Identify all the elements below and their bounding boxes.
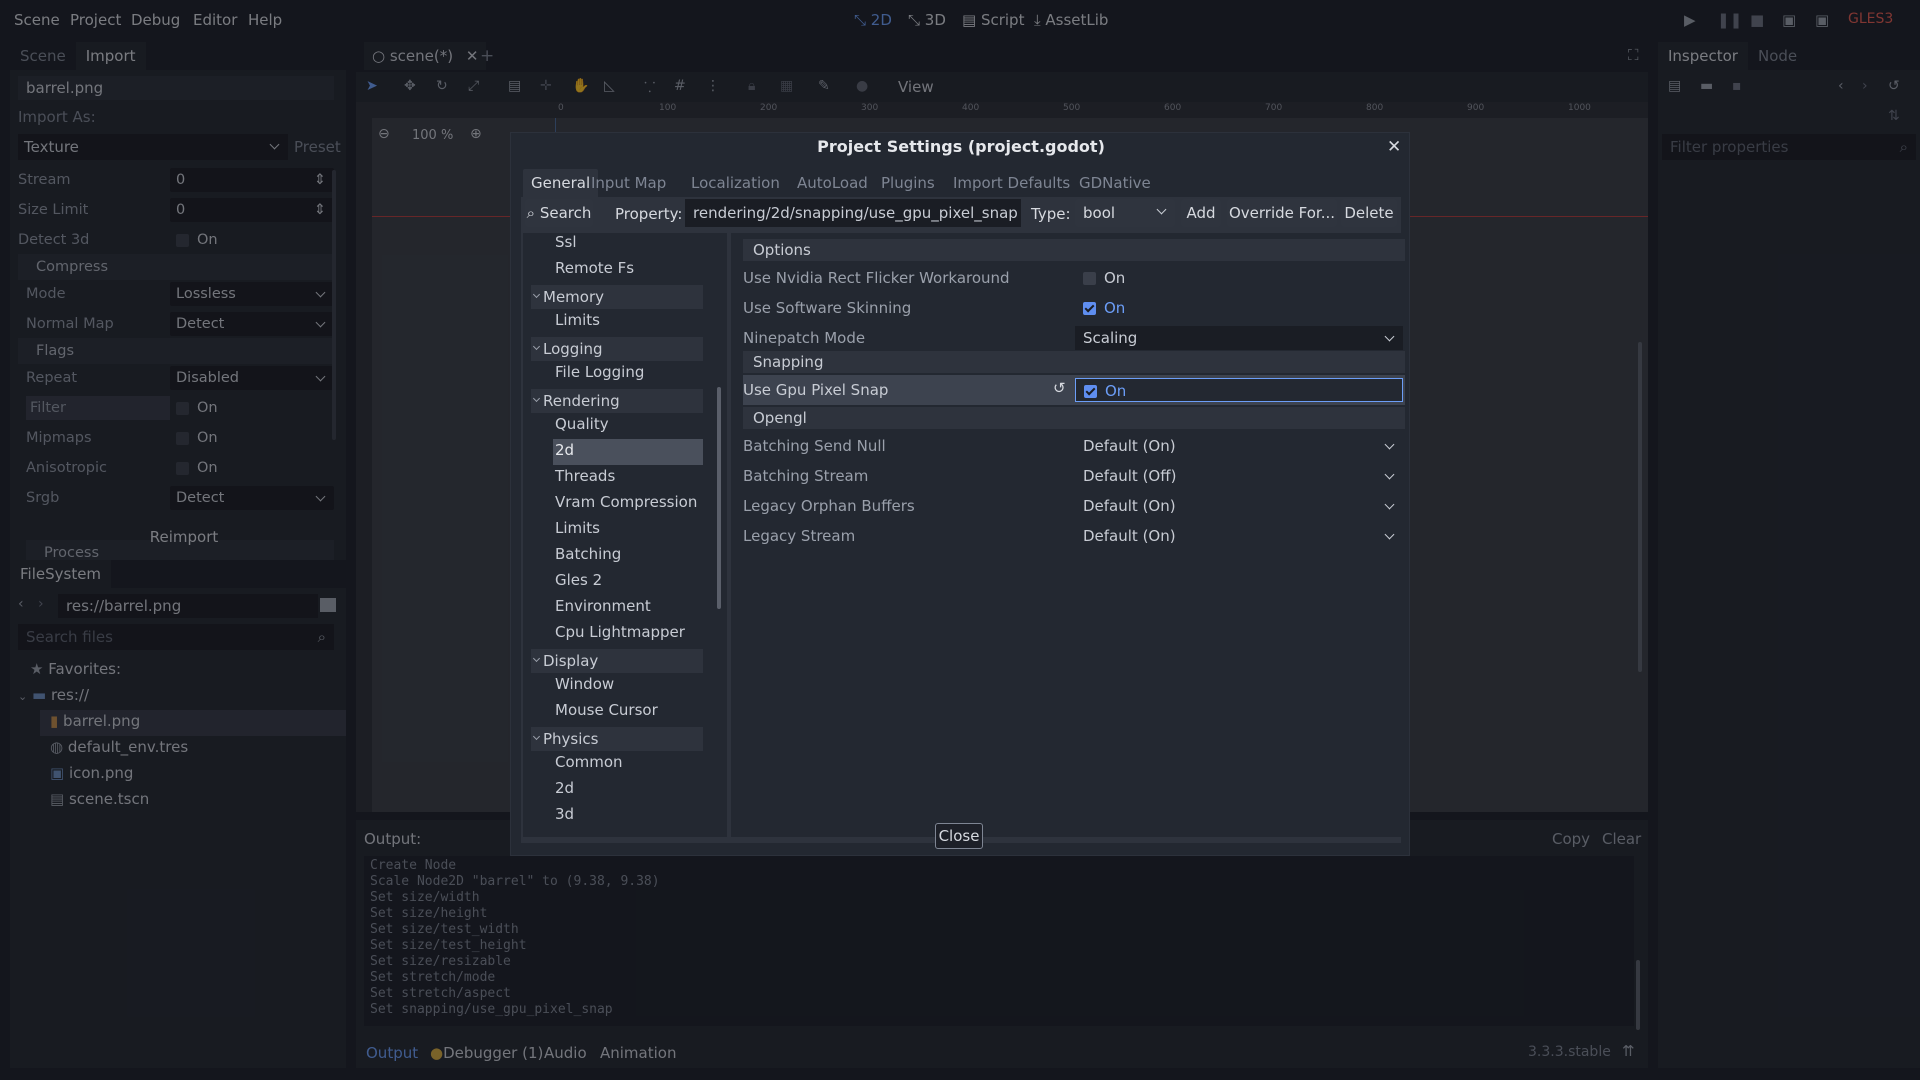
opengl-section[interactable]: Opengl — [743, 407, 1405, 429]
override-for-button[interactable]: Override For... — [1227, 199, 1337, 227]
tab-input-map[interactable]: Input Map — [583, 169, 674, 197]
tree-section-display[interactable]: Display — [531, 649, 703, 673]
setting-legacy-stream: Legacy Stream Default (On) — [743, 521, 1405, 551]
setting-batching-stream: Batching Stream Default (Off) — [743, 461, 1405, 491]
search-button[interactable]: ⌕ Search — [525, 199, 593, 227]
revert-icon[interactable]: ↺ — [1053, 379, 1066, 397]
dialog-close-icon[interactable]: ✕ — [1387, 137, 1401, 157]
batching-send-null-select[interactable]: Default (On) — [1075, 434, 1403, 458]
setting-nvidia-flicker: Use Nvidia Rect Flicker Workaround On — [743, 263, 1405, 293]
tree-item-2d-selected[interactable]: 2d — [555, 441, 574, 459]
dialog-title: Project Settings (project.godot) — [817, 137, 1105, 156]
tree-item-remote-fs[interactable]: Remote Fs — [555, 259, 634, 277]
tree-section-physics[interactable]: Physics — [531, 727, 703, 751]
tree-scrollbar[interactable] — [717, 387, 721, 609]
setting-batching-send-null: Batching Send Null Default (On) — [743, 431, 1405, 461]
settings-tree[interactable]: Ssl Remote Fs Memory Limits Logging File… — [523, 233, 727, 837]
tab-autoload[interactable]: AutoLoad — [789, 169, 876, 197]
property-input[interactable]: rendering/2d/snapping/use_gpu_pixel_snap — [685, 199, 1021, 227]
setting-label: Use Nvidia Rect Flicker Workaround — [743, 269, 1010, 287]
tree-item-vram-compression[interactable]: Vram Compression — [555, 493, 697, 511]
property-label: Property: — [615, 205, 683, 223]
tab-localization[interactable]: Localization — [683, 169, 788, 197]
tab-gdnative[interactable]: GDNative — [1071, 169, 1159, 197]
tab-plugins[interactable]: Plugins — [873, 169, 943, 197]
setting-software-skinning: Use Software Skinning On — [743, 293, 1405, 323]
tree-item-environment[interactable]: Environment — [555, 597, 651, 615]
setting-label: Ninepatch Mode — [743, 329, 866, 347]
snapping-section[interactable]: Snapping — [743, 351, 1405, 373]
setting-label: Use Gpu Pixel Snap — [743, 381, 889, 399]
tree-item-window[interactable]: Window — [555, 675, 614, 693]
tab-import-defaults[interactable]: Import Defaults — [945, 169, 1078, 197]
nvidia-flicker-checkbox[interactable]: On — [1075, 266, 1403, 290]
checkbox-icon — [1083, 272, 1096, 285]
ninepatch-mode-select[interactable]: Scaling — [1075, 326, 1403, 350]
legacy-stream-select[interactable]: Default (On) — [1075, 524, 1403, 548]
tree-item-quality[interactable]: Quality — [555, 415, 609, 433]
tree-item-physics-3d[interactable]: 3d — [555, 805, 574, 823]
setting-label: Legacy Orphan Buffers — [743, 497, 915, 515]
tree-item-gles2[interactable]: Gles 2 — [555, 571, 602, 589]
setting-gpu-pixel-snap: Use Gpu Pixel Snap ↺ On — [743, 375, 1405, 405]
tree-section-memory[interactable]: Memory — [531, 285, 703, 309]
add-button[interactable]: Add — [1181, 199, 1221, 227]
tree-item-common[interactable]: Common — [555, 753, 623, 771]
setting-label: Batching Send Null — [743, 437, 886, 455]
setting-label: Use Software Skinning — [743, 299, 912, 317]
delete-button[interactable]: Delete — [1341, 199, 1397, 227]
tree-item-threads[interactable]: Threads — [555, 467, 615, 485]
setting-label: Batching Stream — [743, 467, 869, 485]
type-label: Type: — [1031, 205, 1071, 223]
tree-item-limits[interactable]: Limits — [555, 519, 600, 537]
tree-item-mouse-cursor[interactable]: Mouse Cursor — [555, 701, 658, 719]
setting-label: Legacy Stream — [743, 527, 856, 545]
legacy-orphan-buffers-select[interactable]: Default (On) — [1075, 494, 1403, 518]
project-settings-dialog: Project Settings (project.godot) ✕ Gener… — [510, 132, 1410, 856]
search-icon: ⌕ — [526, 204, 536, 222]
tree-section-logging[interactable]: Logging — [531, 337, 703, 361]
checkbox-checked-icon — [1084, 385, 1097, 398]
batching-stream-select[interactable]: Default (Off) — [1075, 464, 1403, 488]
options-section[interactable]: Options — [743, 239, 1405, 261]
type-select[interactable]: bool — [1075, 199, 1175, 227]
settings-inspector: Options Use Nvidia Rect Flicker Workarou… — [731, 233, 1407, 837]
setting-ninepatch-mode: Ninepatch Mode Scaling — [743, 323, 1405, 353]
tree-item-physics-2d[interactable]: 2d — [555, 779, 574, 797]
gpu-pixel-snap-checkbox[interactable]: On — [1075, 378, 1403, 402]
tree-item-ssl[interactable]: Ssl — [555, 233, 577, 251]
checkbox-checked-icon — [1083, 302, 1096, 315]
tree-item-batching[interactable]: Batching — [555, 545, 621, 563]
tree-selection-bg — [553, 439, 703, 465]
tree-item-cpu-lightmapper[interactable]: Cpu Lightmapper — [555, 623, 685, 641]
software-skinning-checkbox[interactable]: On — [1075, 296, 1403, 320]
setting-legacy-orphan-buffers: Legacy Orphan Buffers Default (On) — [743, 491, 1405, 521]
tree-section-rendering[interactable]: Rendering — [531, 389, 703, 413]
tree-item-limits[interactable]: Limits — [555, 311, 600, 329]
close-button[interactable]: Close — [935, 823, 983, 849]
tree-item-file-logging[interactable]: File Logging — [555, 363, 644, 381]
